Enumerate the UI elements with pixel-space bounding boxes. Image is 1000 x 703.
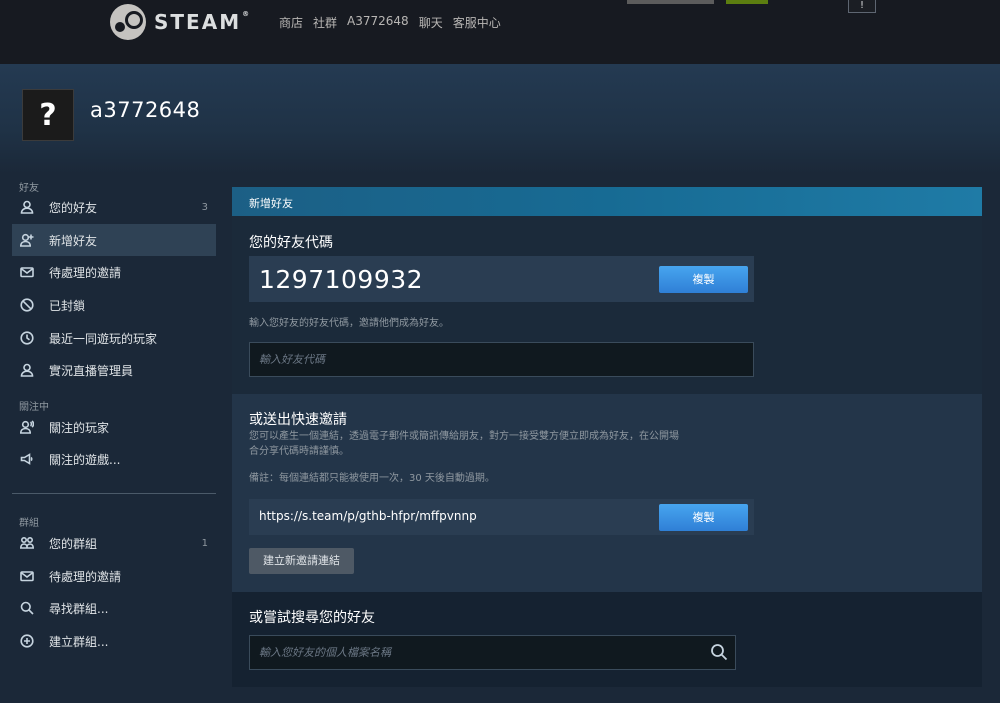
- nav-chat[interactable]: 聊天: [419, 14, 443, 31]
- mail-icon: [20, 265, 34, 279]
- sidebar-item-label: 新增好友: [49, 233, 98, 248]
- friend-code-hint: 輸入您好友的好友代碼，邀請他們成為好友。: [249, 318, 449, 329]
- profile-name[interactable]: a3772648: [90, 98, 200, 122]
- sidebar-item-label: 最近一同遊玩的玩家: [49, 331, 158, 346]
- nav-store[interactable]: 商店: [279, 14, 303, 31]
- search-friends-input[interactable]: 輸入您好友的個人檔案名稱: [249, 635, 736, 670]
- search-icon[interactable]: [710, 643, 728, 661]
- groups-count: 1: [201, 537, 208, 549]
- quick-invite-title: 或送出快速邀請: [249, 412, 347, 428]
- create-invite-link-button[interactable]: 建立新邀請連結: [249, 548, 354, 574]
- sidebar-item-find-groups[interactable]: 尋找群組...: [12, 592, 216, 624]
- quick-invite-note: 備註：每個連結都只能被使用一次，30 天後自動過期。: [249, 473, 495, 484]
- block-icon: [20, 298, 34, 312]
- add-friend-panel: 新增好友 您的好友代碼 1297109932 複製 輸入您好友的好友代碼，邀請他…: [232, 187, 982, 687]
- sidebar-item-pending-invites[interactable]: 待處理的邀請: [12, 256, 216, 288]
- steam-logo-icon: [110, 4, 146, 40]
- sidebar-item-label: 建立群組...: [49, 634, 109, 649]
- copy-link-button[interactable]: 複製: [659, 504, 748, 531]
- sidebar-item-followed-players[interactable]: 關注的玩家: [12, 411, 216, 443]
- sidebar-item-create-group[interactable]: 建立群組...: [12, 625, 216, 657]
- nav-profile[interactable]: A3772648: [347, 14, 409, 31]
- sidebar-item-your-friends[interactable]: 您的好友 3: [12, 191, 216, 223]
- steam-logo[interactable]: STEAM®: [110, 3, 251, 41]
- sidebar-item-label: 關注的遊戲...: [49, 452, 121, 467]
- sidebar-item-followed-games[interactable]: 關注的遊戲...: [12, 443, 216, 475]
- friend-code-value[interactable]: 1297109932: [259, 265, 423, 294]
- sidebar-item-label: 待處理的邀請: [49, 569, 122, 584]
- nav-community[interactable]: 社群: [313, 14, 337, 31]
- panel-title: 新增好友: [249, 197, 293, 210]
- sidebar-item-recent-players[interactable]: 最近一同遊玩的玩家: [12, 322, 216, 354]
- quick-invite-description: 您可以產生一個連結，透過電子郵件或簡訊傳給朋友，對方一接受雙方便立即成為好友，在…: [249, 431, 679, 457]
- sidebar-item-label: 實況直播管理員: [49, 363, 134, 378]
- sidebar-divider: [12, 493, 216, 494]
- sidebar-item-blocked[interactable]: 已封鎖: [12, 289, 216, 321]
- search-icon: [20, 601, 34, 615]
- invite-link-value[interactable]: https://s.team/p/gthb-hfpr/mffpvnnp: [259, 509, 477, 523]
- install-steam-button[interactable]: [726, 0, 768, 4]
- friend-code-input[interactable]: 輸入好友代碼: [249, 342, 754, 377]
- steam-logo-text: STEAM®: [154, 10, 252, 34]
- mail-icon: [20, 569, 34, 583]
- notification-button[interactable]: !: [848, 0, 876, 13]
- sidebar-item-label: 您的好友: [49, 200, 98, 215]
- top-navigation-bar: STEAM® 商店 社群 A3772648 聊天 客服中心 !: [0, 0, 1000, 64]
- friend-code-title: 您的好友代碼: [249, 235, 333, 251]
- sidebar-item-your-groups[interactable]: 您的群組 1: [12, 527, 216, 559]
- account-button[interactable]: [627, 0, 714, 4]
- megaphone-icon: [20, 452, 34, 466]
- copy-code-button[interactable]: 複製: [659, 266, 748, 293]
- add-person-icon: [20, 233, 34, 247]
- friends-count: 3: [201, 201, 208, 213]
- plus-circle-icon: [20, 634, 34, 648]
- search-friends-title: 或嘗試搜尋您的好友: [249, 610, 375, 626]
- sidebar-item-label: 待處理的邀請: [49, 265, 122, 280]
- sidebar-item-label: 您的群組: [49, 536, 98, 551]
- panel-header: 新增好友: [232, 187, 982, 216]
- group-icon: [20, 536, 34, 550]
- person-icon: [20, 363, 34, 377]
- main-nav: 商店 社群 A3772648 聊天 客服中心: [279, 14, 501, 31]
- sidebar-item-group-invites[interactable]: 待處理的邀請: [12, 560, 216, 592]
- sidebar-item-broadcast-moderators[interactable]: 實況直播管理員: [12, 354, 216, 386]
- sidebar-item-label: 尋找群組...: [49, 601, 109, 616]
- person-icon: [20, 200, 34, 214]
- sidebar-item-label: 關注的玩家: [49, 420, 110, 435]
- nav-support[interactable]: 客服中心: [453, 14, 501, 31]
- avatar[interactable]: ?: [22, 89, 74, 141]
- sidebar-item-add-friend[interactable]: 新增好友: [12, 224, 216, 256]
- follow-person-icon: [20, 420, 34, 434]
- clock-icon: [20, 331, 34, 345]
- sidebar-item-label: 已封鎖: [49, 298, 86, 313]
